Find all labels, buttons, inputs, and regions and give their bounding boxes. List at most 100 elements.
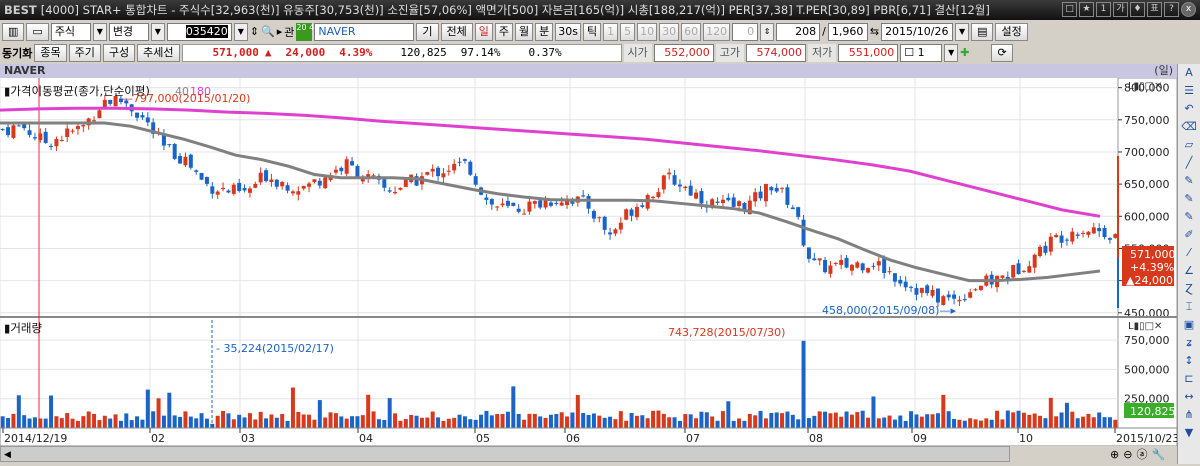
layout-select[interactable]: ☐ 1	[900, 43, 943, 62]
angle-icon[interactable]: ∠	[1178, 262, 1200, 280]
ray-icon[interactable]: ⁄	[1178, 244, 1200, 262]
period-button[interactable]: 주기	[68, 43, 101, 62]
volume-bar	[414, 415, 419, 428]
list-icon[interactable]: ☰	[1178, 82, 1200, 100]
interval-120[interactable]: 120	[703, 22, 731, 41]
help-button[interactable]: ?	[1164, 2, 1179, 17]
horizontal-scrollbar[interactable]: ◀	[0, 446, 1010, 462]
zoom-reset-icon[interactable]: ⓐ	[1136, 446, 1147, 462]
volume-bar	[269, 414, 274, 428]
settings-button[interactable]: 설정	[995, 22, 1028, 41]
fibo-icon[interactable]: Ɀ	[1178, 280, 1200, 298]
wrench-icon[interactable]: 🔧	[1151, 448, 1165, 461]
volume-bar	[387, 398, 392, 428]
interval-input[interactable]: 0	[732, 22, 759, 41]
volume-bar	[968, 418, 973, 428]
period-tick[interactable]: 틱	[583, 22, 602, 41]
search-icon[interactable]: 🔍	[261, 25, 275, 38]
chevron-down-icon[interactable]: ▼	[955, 22, 970, 41]
spinner[interactable]: ⇕	[760, 22, 775, 41]
period-day[interactable]: 일	[474, 22, 493, 41]
stock-code-input[interactable]: 035420	[185, 24, 228, 38]
pen2-icon[interactable]: ✎	[1178, 190, 1200, 208]
undo-icon[interactable]: ↶	[1178, 100, 1200, 118]
period-month[interactable]: 월	[515, 22, 534, 41]
candle-body	[823, 260, 828, 273]
save-icon[interactable]: ▤	[971, 22, 994, 41]
gi-button[interactable]: 기	[416, 22, 439, 41]
trendline-button[interactable]: 추세선	[137, 43, 180, 62]
play-icon[interactable]: ▸	[277, 25, 283, 38]
date-label: 07	[686, 432, 700, 445]
chevron-down-icon[interactable]: ▼	[944, 43, 959, 62]
volume-bar	[780, 413, 785, 428]
add-icon[interactable]: ✚	[960, 46, 969, 59]
window-btn[interactable]: 가	[1113, 2, 1128, 17]
all-button[interactable]: 전체	[440, 22, 473, 41]
window-btn[interactable]: ★	[1079, 2, 1094, 17]
period-30s[interactable]: 30s	[555, 22, 581, 41]
interval-5[interactable]: 5	[620, 22, 636, 41]
volume-bar	[882, 417, 887, 428]
window-btn[interactable]: ♦	[1130, 2, 1145, 17]
candle-body	[591, 210, 596, 219]
scroll-down-icon[interactable]: ▼	[1178, 424, 1200, 442]
font-tool[interactable]: A	[1178, 64, 1200, 82]
volume-bar	[339, 416, 344, 428]
candle-body	[333, 169, 338, 173]
count-input[interactable]: 208	[776, 22, 821, 41]
layout-icon[interactable]: ▥	[2, 22, 25, 41]
eraser-icon[interactable]: ▱	[1178, 136, 1200, 154]
interval-1[interactable]: 1	[603, 22, 619, 41]
volume-bar	[613, 419, 618, 428]
candle-body	[1102, 227, 1107, 238]
volume-bar	[124, 413, 129, 428]
volume-bar	[645, 418, 650, 428]
market-select[interactable]: 주식	[50, 22, 91, 41]
vline-icon[interactable]: ⌶	[1178, 298, 1200, 316]
refresh-icon[interactable]: ⟳	[991, 43, 1013, 62]
zoom-out-icon[interactable]: ⊖	[1123, 448, 1132, 461]
measure-icon[interactable]: ↕	[1178, 352, 1200, 370]
chevron-down-icon[interactable]: ▼	[150, 22, 165, 41]
candle-body	[27, 130, 32, 135]
hmeasure-icon[interactable]: ↔	[1178, 388, 1200, 406]
chevron-down-icon[interactable]: ▼	[233, 22, 248, 41]
date-input[interactable]: 2015/10/26	[881, 22, 954, 41]
window-btn[interactable]: 1	[1096, 2, 1111, 17]
window-btn[interactable]: 표	[1147, 2, 1162, 17]
pen-icon[interactable]: ✎	[1178, 172, 1200, 190]
swap-icon[interactable]: ⇆	[870, 25, 879, 38]
window-btn[interactable]: □	[1062, 2, 1077, 17]
gwan-button[interactable]: 관	[284, 24, 294, 40]
erase-all-icon[interactable]: ⌫	[1178, 118, 1200, 136]
zigzag-icon[interactable]: ʑ	[1178, 334, 1200, 352]
line-icon[interactable]: ╱	[1178, 154, 1200, 172]
scroll-left-icon[interactable]: ◀	[1, 450, 11, 460]
change-select[interactable]: 변경	[108, 22, 149, 41]
chevron-down-icon[interactable]: ▼	[92, 22, 107, 41]
volume-bar	[565, 416, 570, 428]
bracket-icon[interactable]: ⊏	[1178, 370, 1200, 388]
compose-button[interactable]: 구성	[102, 43, 136, 62]
pen3-icon[interactable]: ✎	[1178, 208, 1200, 226]
box-icon[interactable]: ▣	[1178, 316, 1200, 334]
marker-icon[interactable]: ✐	[1178, 226, 1200, 244]
candle-body	[538, 200, 543, 208]
period-minute[interactable]: 분	[535, 22, 554, 41]
candle-body	[280, 182, 285, 187]
fan-icon[interactable]: ⋔	[1178, 406, 1200, 424]
spin-icon[interactable]: ⇕	[250, 25, 259, 38]
interval-60[interactable]: 60	[681, 22, 702, 41]
screen-icon[interactable]: ▭	[26, 22, 49, 41]
high-label: 고가	[715, 43, 744, 62]
period-week[interactable]: 주	[494, 22, 514, 41]
stock-button[interactable]: 종목	[34, 43, 67, 62]
candle-body	[790, 207, 795, 210]
stock-chart[interactable]: 800,000750,000700,000650,000600,000550,0…	[0, 78, 1177, 446]
zoom-in-icon[interactable]: ⊕	[1110, 448, 1119, 461]
volume-bar	[849, 414, 854, 428]
close-button[interactable]: x	[1181, 2, 1196, 17]
interval-30[interactable]: 30	[659, 22, 680, 41]
interval-10[interactable]: 10	[637, 22, 658, 41]
